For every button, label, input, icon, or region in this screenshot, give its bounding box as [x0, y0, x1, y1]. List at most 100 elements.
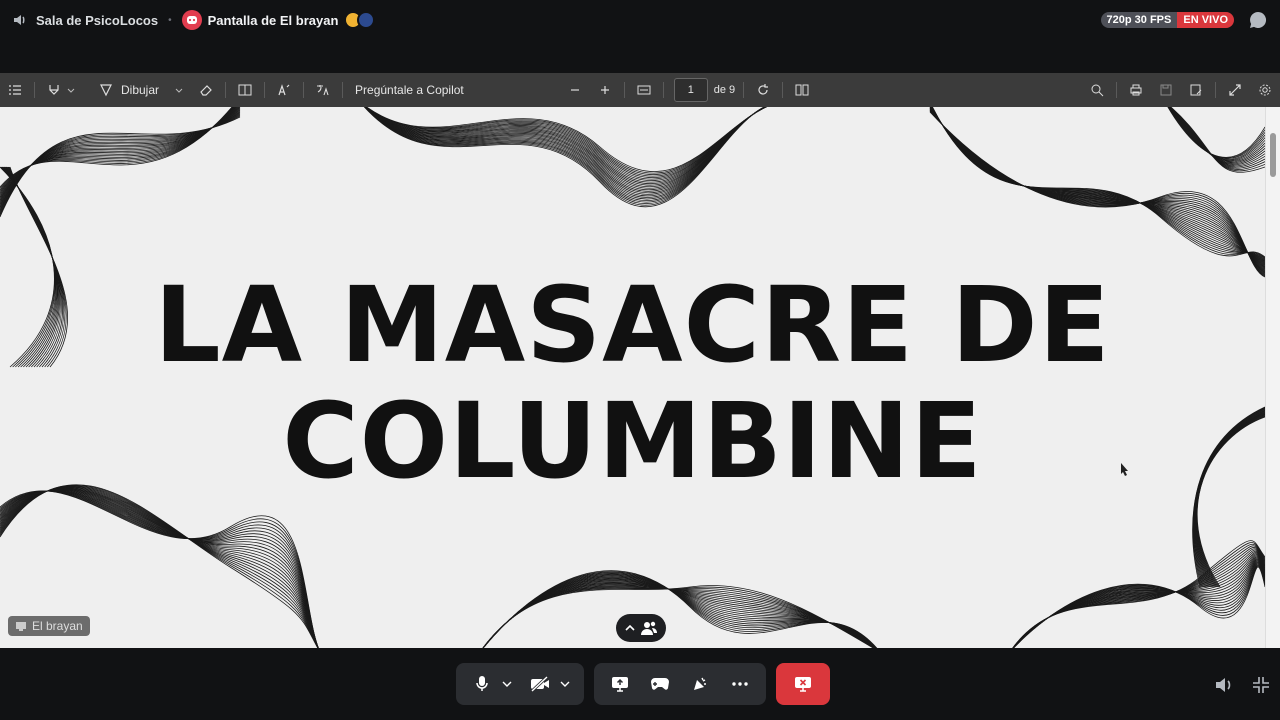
draw-button[interactable]: Dibujar: [91, 73, 191, 107]
wave-line: [482, 573, 877, 648]
save-button[interactable]: [1151, 73, 1181, 107]
highlighter-icon: [49, 85, 59, 95]
draw-label: Dibujar: [121, 83, 160, 97]
share-screen-button[interactable]: [604, 668, 636, 700]
save-as-icon: [1190, 84, 1202, 96]
page-view-button[interactable]: [230, 73, 260, 107]
read-aloud-icon: [278, 84, 290, 96]
wave-line: [930, 107, 1265, 266]
wave-line: [929, 108, 1265, 271]
microphone-options-button[interactable]: [498, 668, 516, 700]
search-button[interactable]: [1082, 73, 1112, 107]
wave-line: [0, 108, 241, 205]
erase-button[interactable]: [191, 73, 221, 107]
wave-line: [929, 107, 1265, 269]
copilot-button[interactable]: Pregúntale a Copilot: [347, 73, 472, 107]
highlight-button[interactable]: [39, 73, 83, 107]
translate-button[interactable]: [308, 73, 338, 107]
rotate-button[interactable]: [748, 73, 778, 107]
wave-line: [929, 107, 1265, 267]
soundboard-button[interactable]: [684, 668, 716, 700]
voice-channel-name[interactable]: Sala de PsicoLocos: [36, 13, 158, 28]
save-icon: [1160, 84, 1172, 96]
divider: [342, 82, 344, 98]
draw-icon: [100, 84, 112, 97]
volume-icon[interactable]: [1214, 676, 1234, 694]
settings-button[interactable]: [1250, 73, 1280, 107]
divider: [225, 82, 227, 98]
divider: [264, 82, 266, 98]
translate-icon: [317, 85, 329, 96]
wave-line: [0, 107, 239, 201]
wave-line: [482, 571, 877, 648]
viewer-avatars[interactable]: [344, 11, 376, 29]
camera-options-button[interactable]: [556, 668, 574, 700]
wave-line: [0, 107, 241, 203]
wave-line: [929, 107, 1265, 268]
wave-line: [931, 107, 1265, 261]
chevron-down-icon: [560, 681, 569, 687]
stream-title: Pantalla de El brayan: [207, 12, 339, 28]
chevron-down-icon: [67, 88, 75, 93]
screen-icon: [16, 622, 26, 631]
fit-page-button[interactable]: [629, 73, 659, 107]
wave-line: [482, 570, 877, 648]
more-options-button[interactable]: [724, 668, 756, 700]
stop-screen-share-icon: [794, 677, 811, 692]
stop-stream-button[interactable]: [775, 663, 830, 705]
two-page-button[interactable]: [787, 73, 817, 107]
print-button[interactable]: [1121, 73, 1151, 107]
zoom-out-button[interactable]: [560, 73, 590, 107]
avatar: [357, 11, 376, 29]
scroll-thumb[interactable]: [1270, 133, 1276, 177]
cursor-icon: [1121, 463, 1128, 476]
zoom-in-button[interactable]: [590, 73, 620, 107]
wave-line: [364, 107, 766, 205]
wave-line: [1013, 566, 1265, 648]
speaker-icon: [14, 15, 25, 25]
camera-button[interactable]: [524, 668, 556, 700]
wave-line: [1169, 107, 1265, 172]
streamer-name-tag: El brayan: [8, 616, 90, 636]
fit-width-icon: [637, 85, 651, 95]
title-line-1: LA MASACRE DE: [154, 264, 1111, 386]
eraser-icon: [200, 85, 212, 96]
wave-line: [0, 107, 238, 199]
wave-line: [482, 581, 876, 648]
scrollbar[interactable]: [1265, 107, 1280, 648]
contents-button[interactable]: [0, 73, 30, 107]
two-page-icon: [795, 84, 809, 96]
chevron-up-icon: [625, 624, 635, 631]
divider: [662, 82, 664, 98]
divider: [303, 82, 305, 98]
divider: [1215, 82, 1216, 98]
fullscreen-button[interactable]: [1220, 73, 1250, 107]
exit-fullscreen-icon[interactable]: [1252, 676, 1270, 694]
wave-line: [0, 107, 234, 192]
wave-line: [932, 107, 1265, 259]
read-aloud-button[interactable]: [269, 73, 299, 107]
page-number-input[interactable]: 1: [673, 78, 708, 102]
slide-title: LA MASACRE DE COLUMBINE: [0, 267, 1265, 499]
save-as-button[interactable]: [1181, 73, 1211, 107]
soundboard-icon: [693, 677, 706, 690]
plus-icon: [600, 86, 609, 94]
screen-share-icon: [611, 677, 628, 692]
wave-line: [1167, 107, 1265, 160]
divider: [782, 82, 784, 98]
activities-button[interactable]: [644, 668, 676, 700]
stream-header: Sala de PsicoLocos • Pantalla de El bray…: [0, 0, 1280, 40]
expand-icon: [1229, 84, 1241, 96]
audio-video-group: [455, 663, 584, 705]
call-controls: [0, 648, 1280, 720]
chat-icon[interactable]: [1248, 10, 1268, 30]
discord-icon: [181, 10, 202, 30]
camera-off-icon: [530, 676, 549, 692]
pdf-page: LA MASACRE DE COLUMBINE: [0, 107, 1265, 648]
divider: [623, 82, 625, 98]
wave-line: [1013, 563, 1265, 648]
microphone-button[interactable]: [466, 668, 498, 700]
wave-line: [482, 575, 877, 648]
show-participants-button[interactable]: [616, 614, 666, 642]
gamepad-icon: [650, 678, 669, 690]
